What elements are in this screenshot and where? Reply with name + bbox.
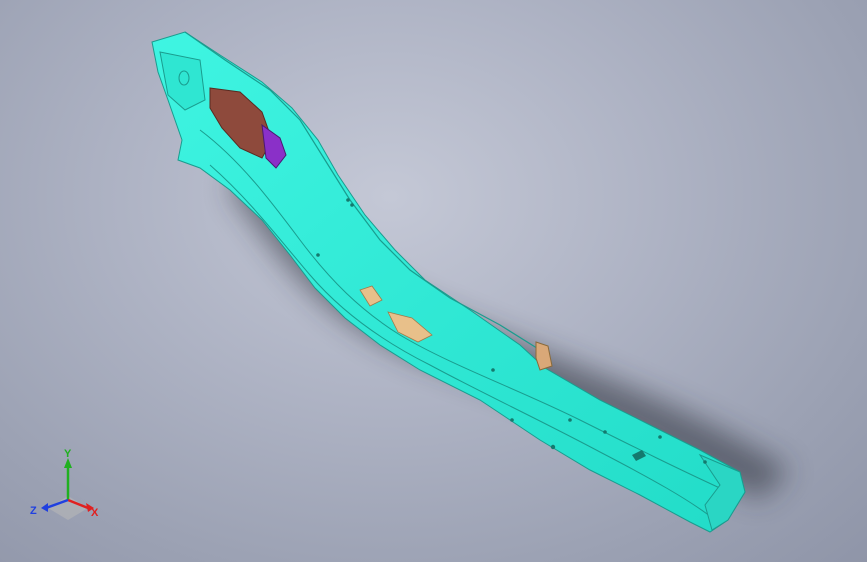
bracket[interactable]	[535, 341, 553, 371]
orientation-triad[interactable]: Y X Z	[28, 448, 108, 526]
z-axis-label: Z	[30, 505, 37, 517]
z-axis-arrow	[41, 503, 48, 512]
rail-hole	[510, 418, 514, 422]
rail-hole	[568, 418, 572, 422]
x-axis-label: X	[91, 507, 99, 519]
rail-hole	[550, 444, 556, 450]
front-mount-plate[interactable]	[159, 51, 206, 111]
y-axis-label: Y	[64, 448, 72, 460]
rail-model[interactable]	[0, 0, 867, 562]
rail-hole	[350, 203, 354, 207]
rail-hole	[316, 253, 320, 257]
rail-hole	[346, 198, 350, 202]
graphics-viewport[interactable]: Y X Z	[0, 0, 867, 562]
rail-hole	[658, 435, 662, 439]
rail-hole	[603, 430, 607, 434]
rail-hole	[703, 460, 707, 464]
rail-hole	[491, 368, 495, 372]
